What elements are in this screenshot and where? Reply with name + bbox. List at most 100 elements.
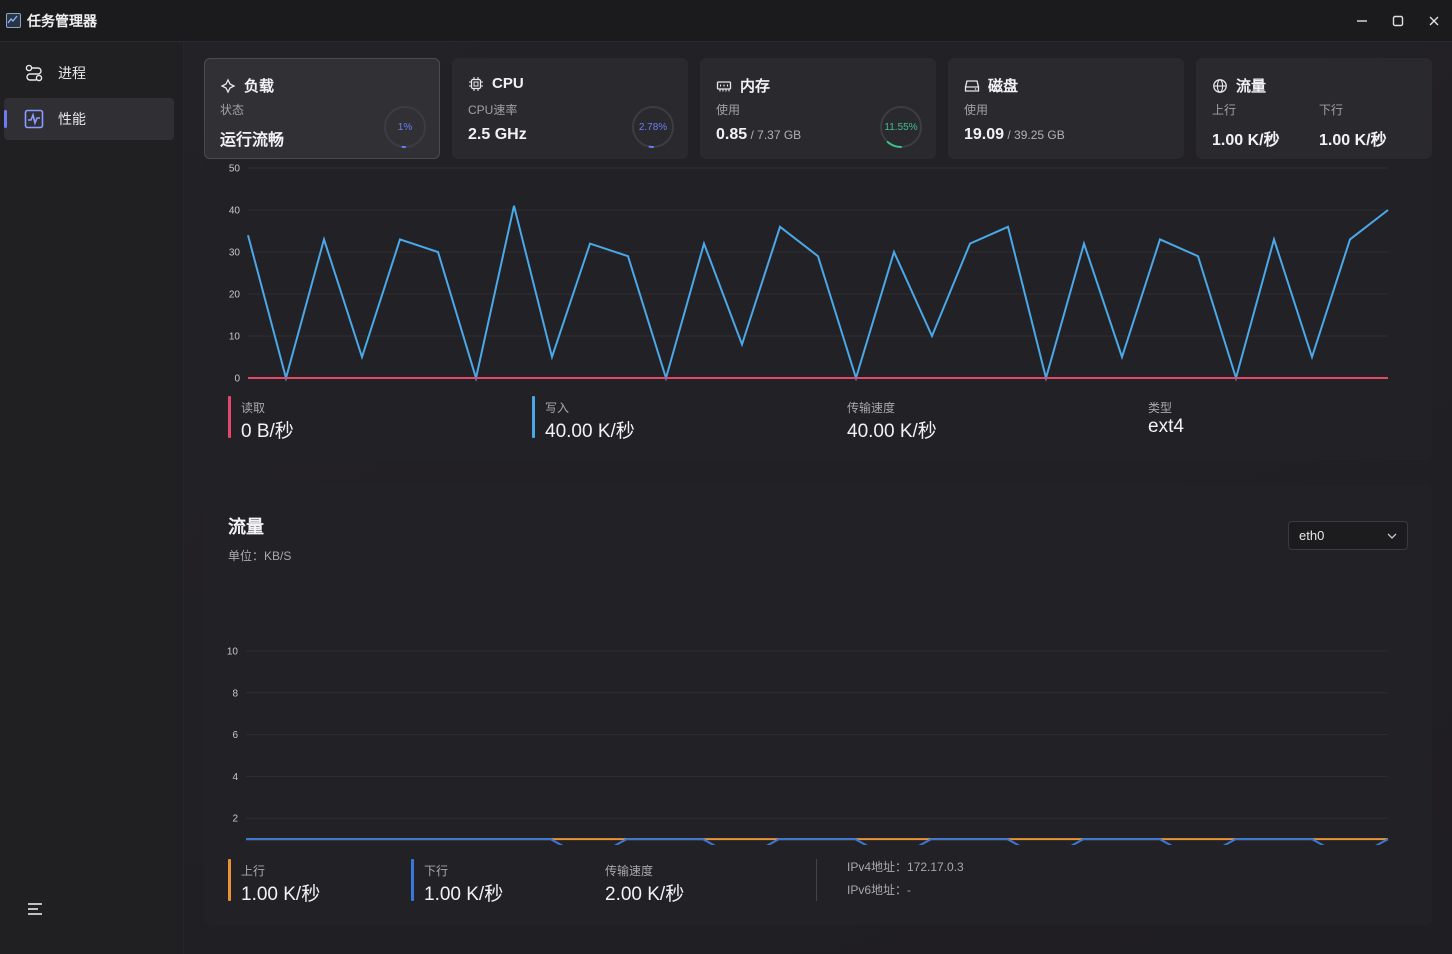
upload-color-bar (228, 859, 231, 901)
chevron-down-icon (1387, 533, 1397, 539)
upload-value: 1.00 K/秒 (1212, 132, 1280, 149)
y-tick-label: 10 (227, 647, 239, 658)
card-title: CPU (468, 75, 524, 92)
stat-label: 读取 (241, 401, 266, 415)
usage-percent: 2.78% (638, 121, 668, 133)
y-tick-label: 2 (232, 814, 238, 825)
card-value: 运行流畅 (220, 132, 285, 149)
maximize-icon (1392, 15, 1404, 27)
sidebar-item-label: 性能 (58, 111, 86, 127)
disk-chart-panel: 0 10 20 30 40 50 读取 0 B/秒 写入 40.00 K/秒 传输速度 4… (204, 160, 1432, 460)
read-color-bar (228, 396, 231, 438)
usage-percent: 11.55% (884, 121, 918, 133)
globe-icon (1213, 78, 1227, 93)
y-tick-label: 8 (232, 688, 238, 699)
memory-icon (716, 80, 732, 91)
performance-icon (24, 109, 44, 129)
minimize-icon (1357, 20, 1367, 22)
close-button[interactable] (1416, 0, 1452, 42)
card-network[interactable]: 流量 上行 1.00 K/秒 下行 1.00 K/秒 (1196, 58, 1432, 159)
y-tick-label: 40 (229, 206, 241, 217)
sidebar: 进程 性能 (0, 42, 184, 954)
card-title: 磁盘 (964, 75, 1018, 96)
stat-label: 传输速度 (605, 864, 654, 878)
card-value: 19.09 / 39.25 GB (964, 126, 1065, 144)
card-sub: CPU速率 (468, 103, 518, 117)
panel-title: 流量 (228, 517, 264, 537)
title-bar: 任务管理器 (0, 0, 1452, 42)
stat-label: 下行 (424, 864, 449, 878)
maximize-button[interactable] (1380, 0, 1416, 42)
memory-total: / 7.37 GB (747, 128, 802, 142)
load-icon (220, 78, 236, 93)
card-title-text: 内存 (740, 78, 771, 95)
stat-label: 写入 (545, 401, 570, 415)
card-title: 流量 (1212, 75, 1266, 96)
interface-select-value: eth0 (1299, 528, 1325, 543)
card-title-text: 流量 (1236, 78, 1267, 95)
disk-io-chart: 0 10 20 30 40 50 (229, 164, 1389, 385)
y-tick-label: 6 (232, 730, 238, 741)
card-cpu[interactable]: CPU CPU速率 2.5 GHz 2.78% (452, 58, 688, 159)
card-sub: 状态 (220, 103, 245, 117)
y-tick-label: 30 (229, 248, 241, 259)
download-value: 1.00 K/秒 (1319, 132, 1387, 149)
card-value: 2.5 GHz (468, 126, 527, 143)
network-chart-panel: 流量 单位：KB/S eth0 0246810 上行 1.00 K/秒 下行 1… (204, 485, 1432, 925)
stat-value: 0 B/秒 (241, 421, 294, 442)
ipv4-address: IPv4地址：172.17.0.3 (847, 860, 964, 874)
ip-info: IPv4地址：172.17.0.3 IPv6地址：- (816, 859, 964, 901)
y-tick-label: 10 (229, 332, 241, 343)
memory-used: 0.85 (716, 126, 748, 143)
usage-percent: 1% (397, 121, 413, 133)
stat-value: 40.00 K/秒 (847, 421, 937, 442)
download-label: 下行 (1319, 103, 1344, 117)
close-icon (1429, 16, 1439, 26)
write-color-bar (532, 396, 535, 438)
stat-label: 传输速度 (847, 401, 896, 415)
ipv6-address: IPv6地址：- (847, 883, 912, 897)
card-sub: 使用 (716, 103, 741, 117)
sidebar-item-performance[interactable]: 性能 (4, 98, 174, 140)
stat-value: ext4 (1148, 416, 1184, 437)
interface-select[interactable]: eth0 (1288, 521, 1408, 550)
disk-used: 19.09 (964, 126, 1005, 143)
sidebar-item-processes[interactable]: 进程 (4, 52, 174, 94)
y-tick-label: 4 (232, 772, 238, 783)
cpu-icon (469, 76, 483, 91)
app-icon (6, 13, 21, 28)
card-title-text: CPU (492, 75, 524, 92)
network-traffic-chart: 0246810 (227, 647, 1389, 845)
download-color-bar (411, 859, 414, 901)
card-load[interactable]: 负载 状态 运行流畅 1% (204, 58, 440, 159)
menu-icon[interactable] (27, 902, 43, 916)
y-tick-label: 0 (234, 374, 240, 385)
main-content: 负载 状态 运行流畅 1% CPU CPU速率 2.5 GHz 2.78% 内存 (184, 42, 1452, 954)
stat-label: 上行 (241, 864, 266, 878)
stat-value: 40.00 K/秒 (545, 421, 635, 442)
card-title: 负载 (220, 75, 274, 96)
disk-icon (964, 79, 980, 92)
card-title-text: 负载 (244, 78, 275, 95)
series-line (247, 205, 1389, 382)
disk-total: / 39.25 GB (1004, 128, 1065, 142)
window-title: 任务管理器 (27, 12, 97, 29)
y-tick-label: 20 (229, 290, 241, 301)
y-tick-label: 50 (229, 164, 241, 175)
card-title-text: 磁盘 (988, 78, 1019, 95)
card-title: 内存 (716, 75, 770, 96)
stat-value: 1.00 K/秒 (241, 884, 321, 905)
minimize-button[interactable] (1344, 0, 1380, 42)
card-sub: 使用 (964, 103, 989, 117)
card-memory[interactable]: 内存 使用 0.85 / 7.37 GB 11.55% (700, 58, 936, 159)
stat-value: 2.00 K/秒 (605, 884, 685, 905)
card-disk[interactable]: 磁盘 使用 19.09 / 39.25 GB (948, 58, 1184, 159)
window-controls (1344, 0, 1452, 42)
sidebar-item-label: 进程 (58, 65, 86, 81)
stat-value: 1.00 K/秒 (424, 884, 504, 905)
card-value: 0.85 / 7.37 GB (716, 126, 801, 144)
process-icon (25, 64, 43, 82)
unit-label: 单位：KB/S (228, 549, 292, 563)
upload-label: 上行 (1212, 103, 1237, 117)
stat-label: 类型 (1148, 401, 1173, 415)
